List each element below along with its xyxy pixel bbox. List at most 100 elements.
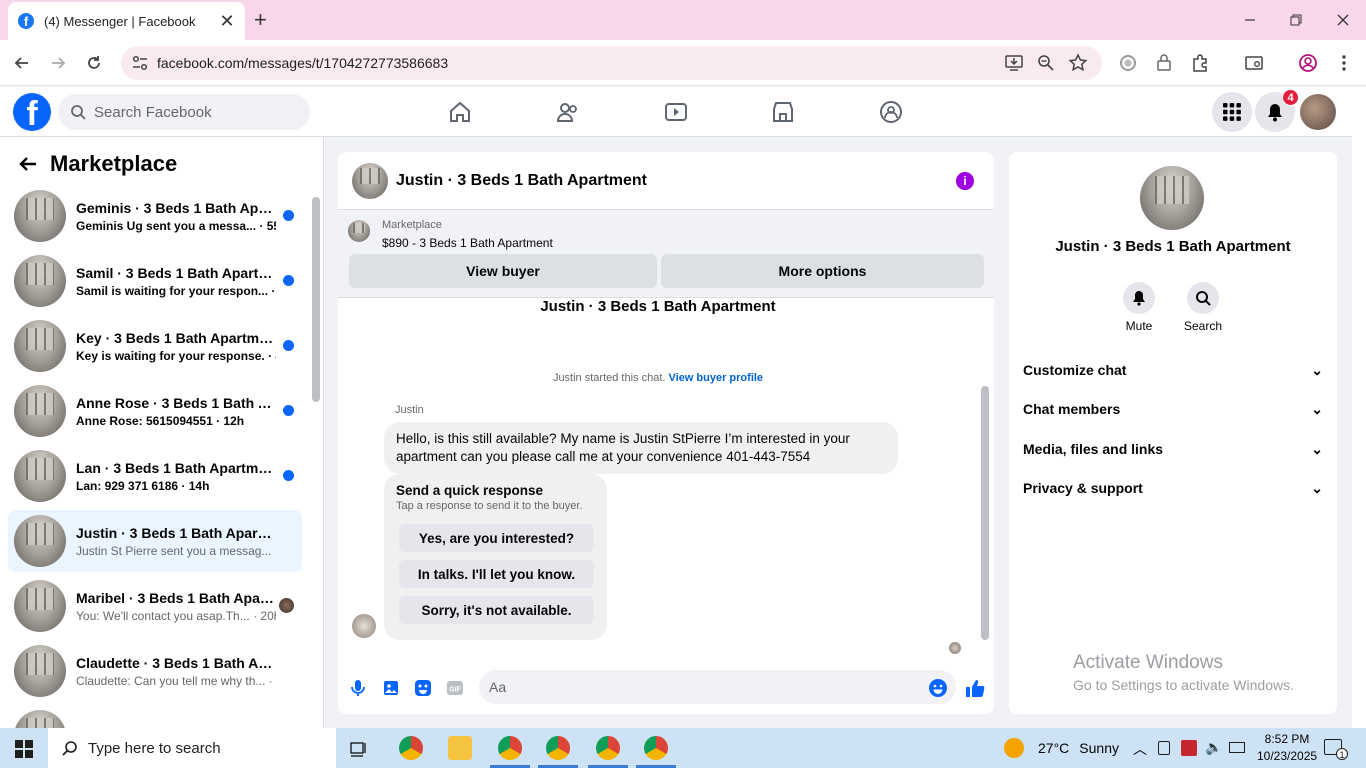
conversation-text: Maribel · 3 Beds 1 Bath Apart... You: We'… xyxy=(76,590,276,623)
conversation-title: Lan · 3 Beds 1 Bath Apartment xyxy=(76,459,276,476)
clock-date: 10/23/2025 xyxy=(1257,749,1318,763)
view-buyer-profile-link[interactable]: View buyer profile xyxy=(669,372,764,384)
tab-close-icon[interactable]: ✕ xyxy=(219,11,235,32)
weather-widget[interactable]: 27°C Sunny xyxy=(1004,738,1119,758)
microphone-icon[interactable] xyxy=(348,678,368,698)
conversation-item[interactable]: Maribel · 3 Beds 1 Bath Apart... You: We'… xyxy=(8,575,302,637)
quick-response-card: Send a quick response Tap a response to … xyxy=(384,474,607,640)
device-icon[interactable] xyxy=(1158,741,1170,755)
site-settings-icon[interactable] xyxy=(131,54,149,72)
reload-icon[interactable] xyxy=(84,53,104,73)
info-icon[interactable]: i xyxy=(956,172,974,190)
chat-avatar[interactable] xyxy=(352,162,388,199)
conversation-item[interactable]: Lan · 3 Beds 1 Bath Apartment Lan: 929 37… xyxy=(8,445,302,507)
extension-record-icon[interactable] xyxy=(1118,53,1138,73)
new-tab-icon[interactable]: + xyxy=(254,9,267,31)
conversation-item[interactable]: Anne Rose · 3 Beds 1 Bath Apa... Anne Ros… xyxy=(8,380,302,442)
preview-time: · 12h xyxy=(216,413,245,428)
quick-response-sorry-button[interactable]: Sorry, it's not available. xyxy=(399,596,594,624)
conversation-item[interactable]: Samil · 3 Beds 1 Bath Apartment Samil is … xyxy=(8,250,302,312)
search-conversation-button[interactable]: Search xyxy=(1173,282,1233,333)
facebook-search-input[interactable]: Search Facebook xyxy=(58,94,310,130)
forward-icon[interactable] xyxy=(48,53,68,73)
details-avatar[interactable] xyxy=(1140,166,1204,230)
more-options-button[interactable]: More options xyxy=(661,254,984,288)
extensions-puzzle-icon[interactable] xyxy=(1190,53,1210,73)
network-icon[interactable] xyxy=(1229,742,1245,753)
preview-time: · 4h xyxy=(268,348,276,363)
media-files-links-section[interactable]: Media, files and links ⌄ xyxy=(1023,441,1323,458)
conversation-text: Samil · 3 Beds 1 Bath Apartment Samil is … xyxy=(76,265,276,298)
chat-title[interactable]: Justin · 3 Beds 1 Bath Apartment xyxy=(396,172,647,190)
marketplace-icon[interactable] xyxy=(771,100,795,124)
back-arrow-icon[interactable] xyxy=(18,154,38,174)
unread-dot xyxy=(283,210,294,221)
customize-chat-section[interactable]: Customize chat ⌄ xyxy=(1023,362,1323,379)
chrome-profile-icon[interactable] xyxy=(596,736,620,760)
conversation-preview: Claudette: Can you tell me why th... · 2… xyxy=(76,674,276,688)
taskbar-search-input[interactable]: Type here to search xyxy=(48,728,336,768)
chevron-down-icon: ⌄ xyxy=(1311,401,1323,417)
view-buyer-button[interactable]: View buyer xyxy=(349,254,657,288)
friends-icon[interactable] xyxy=(556,100,580,124)
conversation-item[interactable]: Geminis · 3 Beds 1 Bath Apart... Geminis … xyxy=(8,185,302,247)
message-input[interactable]: Aa xyxy=(479,670,956,704)
chrome-profile-icon[interactable] xyxy=(546,736,570,760)
emoji-icon[interactable] xyxy=(928,678,948,698)
account-avatar[interactable] xyxy=(1300,94,1336,130)
preview-time: · 14h xyxy=(181,478,210,493)
browser-tab[interactable]: f (4) Messenger | Facebook ✕ xyxy=(8,2,245,40)
install-app-icon[interactable] xyxy=(1004,53,1024,73)
preview-time: · 4h xyxy=(271,283,276,298)
like-thumb-icon[interactable] xyxy=(965,678,985,698)
quick-response-in-talks-button[interactable]: In talks. I'll let you know. xyxy=(399,560,594,588)
task-view-icon[interactable] xyxy=(350,740,368,758)
sender-avatar[interactable] xyxy=(352,614,376,638)
zoom-icon[interactable] xyxy=(1036,53,1056,73)
watch-icon[interactable] xyxy=(664,100,688,124)
conversation-item[interactable]: Deneen · 3 Beds 1 Bath Apartme... xyxy=(8,705,302,728)
chrome-profile-icon[interactable] xyxy=(498,736,522,760)
address-bar[interactable]: facebook.com/messages/t/1704272773586683 xyxy=(121,46,1102,80)
back-icon[interactable] xyxy=(12,53,32,73)
profile-icon[interactable] xyxy=(1298,53,1318,73)
menu-icon[interactable] xyxy=(1334,53,1354,73)
chrome-profile-icon[interactable] xyxy=(644,736,668,760)
listing-title[interactable]: $890 - 3 Beds 1 Bath Apartment xyxy=(382,236,553,250)
chat-scrollbar[interactable] xyxy=(981,386,989,640)
extension-lock-icon[interactable] xyxy=(1154,53,1174,73)
scrollbar[interactable] xyxy=(312,197,320,402)
restore-icon[interactable] xyxy=(1286,10,1306,30)
mute-button[interactable]: Mute xyxy=(1109,282,1169,333)
volume-icon[interactable]: 🔈 xyxy=(1205,739,1222,756)
listing-thumbnail xyxy=(14,710,66,728)
quick-response-yes-button[interactable]: Yes, are you interested? xyxy=(399,524,594,552)
facebook-logo-icon[interactable]: f xyxy=(13,93,51,131)
photo-icon[interactable] xyxy=(381,678,401,698)
home-icon[interactable] xyxy=(448,100,472,124)
conversation-text: Key · 3 Beds 1 Bath Apartment Key is wait… xyxy=(76,330,276,363)
conversation-item[interactable]: Justin · 3 Beds 1 Bath Apartment Justin S… xyxy=(8,510,302,572)
windows-start-icon[interactable] xyxy=(15,740,33,758)
bookmark-star-icon[interactable] xyxy=(1068,53,1088,73)
privacy-support-section[interactable]: Privacy & support ⌄ xyxy=(1023,480,1323,497)
file-explorer-icon[interactable] xyxy=(448,736,472,760)
chevron-up-icon[interactable]: ︿ xyxy=(1133,739,1147,759)
menu-grid-icon[interactable] xyxy=(1212,92,1252,132)
temperature: 27°C xyxy=(1038,740,1070,756)
page-scrollbar[interactable] xyxy=(1352,87,1366,728)
chat-members-section[interactable]: Chat members ⌄ xyxy=(1023,401,1323,418)
security-icon[interactable] xyxy=(1181,740,1197,756)
chrome-icon[interactable] xyxy=(399,736,423,760)
sticker-icon[interactable] xyxy=(413,678,433,698)
listing-thumbnail[interactable] xyxy=(348,220,370,242)
window-close-icon[interactable] xyxy=(1333,10,1353,30)
tab-search-icon[interactable] xyxy=(1244,53,1264,73)
gif-icon[interactable]: GIF xyxy=(445,678,465,698)
section-label: Chat members xyxy=(1023,401,1121,417)
conversation-item[interactable]: Key · 3 Beds 1 Bath Apartment Key is wait… xyxy=(8,315,302,377)
minimize-icon[interactable] xyxy=(1240,10,1260,30)
conversation-item[interactable]: Claudette · 3 Beds 1 Bath Apart... Claude… xyxy=(8,640,302,702)
groups-icon[interactable] xyxy=(879,100,903,124)
clock[interactable]: 8:52 PM 10/23/2025 xyxy=(1257,731,1317,765)
